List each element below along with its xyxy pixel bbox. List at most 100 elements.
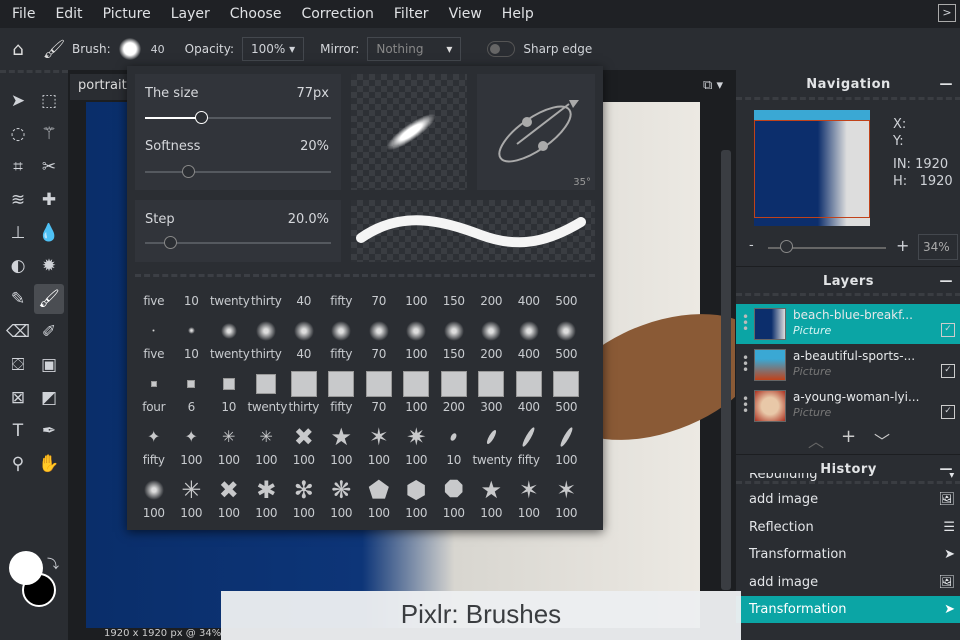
brush-preset[interactable]: ✖ bbox=[285, 420, 323, 453]
brush-preset[interactable]: ★ bbox=[323, 420, 361, 453]
shape-tool-icon[interactable]: ◩ bbox=[34, 383, 64, 413]
menu-correction[interactable]: Correction bbox=[301, 6, 373, 22]
layer-item[interactable]: • • • a-beautiful-sports-... Picture ✓ bbox=[736, 345, 960, 385]
brush-preset[interactable]: ✶ bbox=[360, 420, 398, 453]
home-icon[interactable]: ⌂ bbox=[0, 39, 36, 60]
liquify-tool-icon[interactable]: ≋ bbox=[3, 185, 33, 215]
menu-help[interactable]: Help bbox=[502, 6, 534, 22]
crop-tool-icon[interactable]: ⌗ bbox=[3, 152, 33, 182]
view-mode-icon[interactable]: ⧉ ▾ bbox=[703, 78, 723, 93]
brush-preset[interactable] bbox=[135, 314, 173, 347]
collapse-navigation-icon[interactable]: — bbox=[940, 70, 954, 100]
brush-preset[interactable]: ⬢ bbox=[398, 473, 436, 506]
layer-visibility-checkbox[interactable]: ✓ bbox=[941, 405, 955, 419]
brush-preset[interactable] bbox=[548, 367, 586, 400]
brush-preset[interactable] bbox=[435, 367, 473, 400]
brush-size[interactable]: 40 bbox=[151, 43, 165, 56]
zoom-in-button[interactable]: + bbox=[896, 236, 909, 255]
brush-preset[interactable]: ★ bbox=[473, 473, 511, 506]
brush-preset[interactable] bbox=[548, 314, 586, 347]
layer-visibility-checkbox[interactable]: ✓ bbox=[941, 364, 955, 378]
collapse-layers-icon[interactable]: — bbox=[940, 267, 954, 297]
brush-preset[interactable] bbox=[398, 367, 436, 400]
brush-preset[interactable] bbox=[510, 314, 548, 347]
zoom-slider-knob[interactable] bbox=[779, 240, 793, 253]
brush-preset[interactable] bbox=[210, 367, 248, 400]
transform-tool-icon[interactable]: ⊠ bbox=[3, 383, 33, 413]
brush-preset[interactable] bbox=[473, 367, 511, 400]
brush-preview[interactable] bbox=[118, 38, 141, 60]
menu-edit[interactable]: Edit bbox=[55, 6, 82, 22]
replace-color-tool-icon[interactable]: ✐ bbox=[34, 317, 64, 347]
history-item[interactable]: Transformation ➤ bbox=[736, 541, 960, 568]
drag-handle-icon[interactable]: • • • bbox=[742, 352, 749, 376]
brush-preset[interactable] bbox=[248, 314, 286, 347]
zoom-input[interactable]: 34% bbox=[918, 234, 958, 260]
brush-preset[interactable]: ✦ bbox=[173, 420, 211, 453]
drag-handle-icon[interactable]: • • • bbox=[742, 393, 749, 417]
brush-preset[interactable]: ✷ bbox=[398, 420, 436, 453]
brush-preset[interactable]: ⬟ bbox=[360, 473, 398, 506]
marquee-tool-icon[interactable]: ⬚ bbox=[34, 86, 64, 116]
hand-tool-icon[interactable]: ✋ bbox=[34, 449, 64, 479]
brush-preset[interactable] bbox=[398, 314, 436, 347]
menu-file[interactable]: File bbox=[12, 6, 35, 22]
history-item[interactable]: add image 🖼 bbox=[736, 569, 960, 596]
brush-preset[interactable] bbox=[323, 367, 361, 400]
brush-preset[interactable]: ✱ bbox=[248, 473, 286, 506]
brush-preset[interactable] bbox=[135, 473, 173, 506]
brush-preset[interactable] bbox=[473, 420, 511, 453]
select-tool-icon[interactable]: ➤ bbox=[3, 86, 33, 116]
magic-wand-tool-icon[interactable]: ⚚ bbox=[34, 119, 64, 149]
move-layer-up-icon[interactable]: ︿ bbox=[808, 428, 824, 452]
heal-tool-icon[interactable]: ✚ bbox=[34, 185, 64, 215]
scissors-tool-icon[interactable]: ✂ bbox=[34, 152, 64, 182]
brush-preset[interactable]: ✳ bbox=[173, 473, 211, 506]
brush-preset[interactable]: ✶ bbox=[548, 473, 586, 506]
brush-preset[interactable] bbox=[248, 367, 286, 400]
sponge-tool-icon[interactable]: ✹ bbox=[34, 251, 64, 281]
brush-preset[interactable] bbox=[435, 420, 473, 453]
fill-tool-icon[interactable]: ⛋ bbox=[3, 350, 33, 380]
size-slider-knob[interactable] bbox=[194, 111, 208, 124]
brush-preset[interactable]: ❋ bbox=[323, 473, 361, 506]
menu-choose[interactable]: Choose bbox=[230, 6, 282, 22]
menu-layer[interactable]: Layer bbox=[171, 6, 210, 22]
history-item[interactable]: Transformation ➤ bbox=[736, 596, 960, 624]
mirror-select[interactable]: Nothing ▾ bbox=[367, 37, 462, 61]
softness-slider[interactable] bbox=[145, 171, 331, 173]
brush-preset[interactable]: ✦ bbox=[135, 420, 173, 453]
brush-preset[interactable] bbox=[285, 314, 323, 347]
brush-preset[interactable]: ✖ bbox=[210, 473, 248, 506]
layer-item[interactable]: • • • beach-blue-breakf... Picture ✓ bbox=[736, 304, 960, 344]
angle-control[interactable]: 35° bbox=[477, 74, 595, 190]
brush-preset[interactable]: ✳ bbox=[210, 420, 248, 453]
pen-tool-icon[interactable]: ✎ bbox=[3, 284, 33, 314]
brush-preset[interactable] bbox=[173, 314, 211, 347]
lasso-tool-icon[interactable]: ◌ bbox=[3, 119, 33, 149]
drag-handle-icon[interactable]: • • • bbox=[742, 311, 749, 335]
history-item[interactable]: Reflection ☰ bbox=[736, 514, 960, 541]
brush-preset[interactable] bbox=[510, 367, 548, 400]
menu-filter[interactable]: Filter bbox=[394, 6, 429, 22]
add-layer-icon[interactable]: + bbox=[841, 426, 856, 447]
zoom-tool-icon[interactable]: ⚲ bbox=[3, 449, 33, 479]
brush-preset[interactable] bbox=[285, 367, 323, 400]
eyedropper-tool-icon[interactable]: ✒ bbox=[34, 416, 64, 446]
layer-item[interactable]: • • • a-young-woman-lyi... Picture ✓ bbox=[736, 386, 960, 426]
opacity-select[interactable]: 100% ▾ bbox=[242, 37, 305, 61]
brush-tool-icon[interactable]: 🖌 bbox=[34, 284, 64, 314]
brush-preset[interactable] bbox=[548, 420, 586, 453]
dodge-tool-icon[interactable]: ◐ bbox=[3, 251, 33, 281]
brush-preset[interactable] bbox=[173, 367, 211, 400]
history-item[interactable]: Rebuilding ▾ bbox=[736, 473, 960, 487]
brush-preset[interactable] bbox=[360, 314, 398, 347]
brush-preset[interactable]: ✻ bbox=[285, 473, 323, 506]
expand-icon[interactable]: > bbox=[938, 4, 956, 22]
brush-preset[interactable]: ⯃ bbox=[435, 473, 473, 506]
step-slider-knob[interactable] bbox=[163, 236, 177, 249]
brush-preset[interactable] bbox=[360, 367, 398, 400]
layer-visibility-checkbox[interactable]: ✓ bbox=[941, 323, 955, 337]
menu-view[interactable]: View bbox=[449, 6, 482, 22]
zoom-out-button[interactable]: - bbox=[749, 238, 754, 253]
